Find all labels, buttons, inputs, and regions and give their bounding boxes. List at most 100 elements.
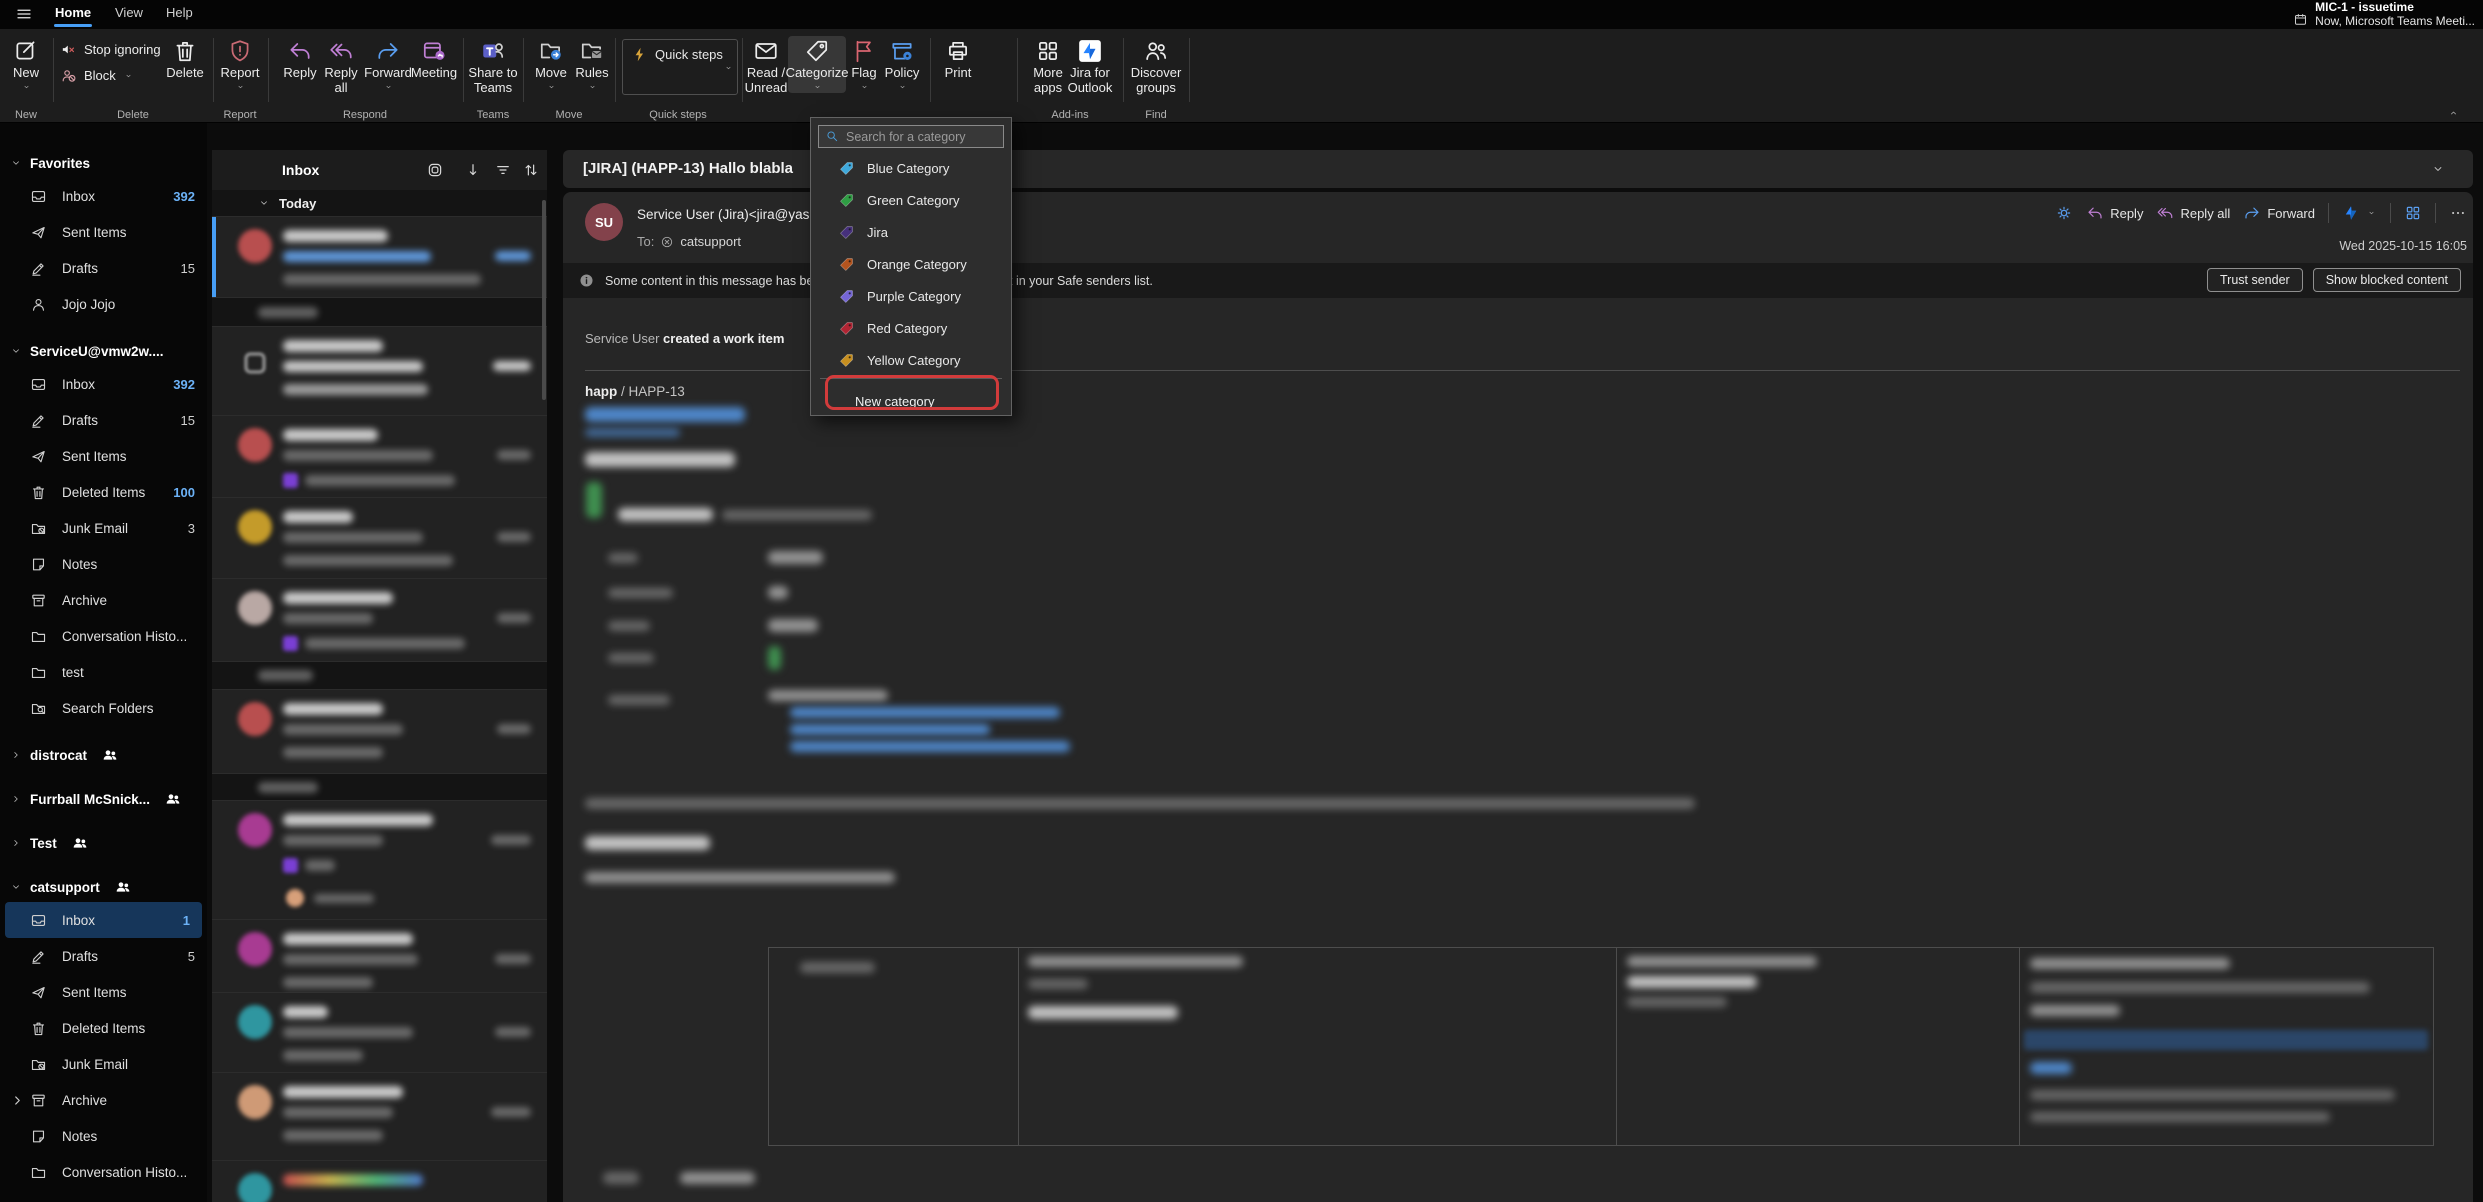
chevron-down-icon[interactable] (2431, 162, 2445, 176)
list-item[interactable] (212, 920, 547, 993)
list-item[interactable] (212, 690, 547, 774)
conversation-view-icon[interactable] (426, 161, 444, 179)
sidebar-folder-item[interactable]: test (0, 654, 207, 690)
jira-addin-action[interactable] (2342, 204, 2377, 222)
forward-action[interactable]: Forward (2243, 204, 2315, 222)
sidebar-folder-item[interactable]: Conversation Histo... (0, 1154, 207, 1190)
blurred-issue-link[interactable] (585, 407, 745, 422)
sidebar-folder-item[interactable]: Sent Items (0, 438, 207, 474)
sidebar-folder-item[interactable]: Conversation Histo... (0, 618, 207, 654)
sidebar-folder-item[interactable]: Archive (0, 1082, 207, 1118)
section-chevron-icon[interactable] (10, 881, 22, 893)
report-button[interactable]: Report (212, 36, 268, 93)
category-menu-item[interactable]: Yellow Category (811, 344, 1011, 376)
filter-icon[interactable] (494, 161, 512, 179)
category-menu-item[interactable]: Orange Category (811, 248, 1011, 280)
list-item[interactable] (212, 298, 547, 327)
category-menu-item[interactable]: Red Category (811, 312, 1011, 344)
meeting-notification[interactable]: MIC-1 - issuetime Now, Microsoft Teams M… (2293, 1, 2475, 28)
sort-descending-icon[interactable] (464, 161, 482, 179)
sidebar-folder-item[interactable]: Inbox 392 (0, 178, 207, 214)
sidebar-folder-item[interactable]: Sent Items (0, 974, 207, 1010)
meeting-button[interactable]: Meeting (405, 36, 463, 83)
quick-steps-gallery[interactable]: Quick steps (622, 39, 738, 95)
print-button[interactable]: Print (933, 36, 983, 83)
category-menu-item[interactable]: Green Category (811, 184, 1011, 216)
sidebar-section-header[interactable]: ServiceU@vmw2w.... (0, 336, 207, 366)
section-chevron-icon[interactable] (10, 837, 22, 849)
category-menu-item[interactable]: Blue Category (811, 152, 1011, 184)
show-blocked-content-button[interactable]: Show blocked content (2313, 268, 2461, 292)
category-menu-item[interactable]: Purple Category (811, 280, 1011, 312)
block-button[interactable]: Block (60, 67, 134, 84)
section-chevron-icon[interactable] (10, 157, 22, 169)
recipient-name[interactable]: catsupport (680, 234, 741, 249)
sidebar-folder-item[interactable]: Notes (0, 1118, 207, 1154)
sidebar-folder-item[interactable]: Search Folders (0, 690, 207, 726)
categorize-button[interactable]: Categorize (788, 36, 846, 93)
sidebar-folder-item[interactable]: Inbox 1 (5, 902, 202, 938)
blurred-description-link[interactable] (790, 724, 990, 735)
sidebar-section-header[interactable]: catsupport (0, 872, 207, 902)
collapse-ribbon-icon[interactable] (2447, 108, 2460, 118)
discover-groups-button[interactable]: Discover groups (1125, 36, 1187, 97)
category-search-input[interactable] (818, 125, 1004, 148)
rules-button[interactable]: Rules (570, 36, 614, 93)
policy-button[interactable]: Policy (878, 36, 926, 93)
list-item[interactable] (212, 774, 547, 801)
sun-icon[interactable] (2055, 204, 2073, 222)
section-chevron-icon[interactable] (10, 749, 22, 761)
section-chevron-icon[interactable] (10, 345, 22, 357)
sidebar-folder-item[interactable]: Archive (0, 582, 207, 618)
sidebar-folder-item[interactable]: Deleted Items 100 (0, 474, 207, 510)
sidebar-section-header[interactable]: Test (0, 828, 207, 858)
message-list-scrollbar[interactable] (542, 200, 546, 400)
sidebar-folder-item[interactable]: Junk Email 3 (0, 510, 207, 546)
chevron-down-icon[interactable] (723, 64, 734, 72)
new-category-menu-item[interactable]: New category (811, 388, 1011, 414)
sidebar-folder-item[interactable]: Deleted Items (0, 1010, 207, 1046)
thread-sub-item[interactable] (286, 889, 374, 907)
list-item[interactable] (212, 1073, 547, 1161)
tab-help[interactable]: Help (166, 5, 193, 20)
flag-button[interactable]: Flag (846, 36, 882, 93)
list-item[interactable] (212, 579, 547, 662)
blurred-description-link[interactable] (790, 707, 1060, 718)
list-item[interactable] (212, 1161, 547, 1202)
trust-sender-button[interactable]: Trust sender (2207, 268, 2303, 292)
hamburger-menu-icon[interactable] (13, 5, 35, 23)
tab-view[interactable]: View (115, 5, 143, 20)
sort-order-icon[interactable] (522, 161, 540, 179)
sidebar-folder-item[interactable]: Sent Items (0, 214, 207, 250)
sidebar-section-header[interactable]: Furrball McSnick... (0, 784, 207, 814)
new-button[interactable]: New (3, 36, 49, 93)
list-item[interactable] (212, 498, 547, 579)
delete-button[interactable]: Delete (157, 36, 213, 83)
move-button[interactable]: Move (529, 36, 573, 93)
category-menu-item[interactable]: Jira (811, 216, 1011, 248)
sidebar-folder-item[interactable]: Jojo Jojo (0, 286, 207, 322)
sidebar-section-header[interactable]: distrocat (0, 740, 207, 770)
list-item[interactable] (212, 662, 547, 690)
reply-action[interactable]: Reply (2086, 204, 2143, 222)
sidebar-folder-item[interactable]: Junk Email (0, 1046, 207, 1082)
sidebar-folder-item[interactable]: Drafts 5 (0, 938, 207, 974)
sender-name[interactable]: Service User (Jira)<jira@yaso (637, 207, 817, 222)
sidebar-folder-item[interactable]: Drafts 15 (0, 402, 207, 438)
tab-home[interactable]: Home (55, 5, 91, 20)
sidebar-folder-item[interactable]: Inbox 392 (0, 366, 207, 402)
sidebar-folder-item[interactable]: Drafts 15 (0, 250, 207, 286)
select-checkbox[interactable] (245, 353, 265, 373)
blurred-description-link[interactable] (790, 741, 1070, 752)
blurred-highlighted-link-row[interactable] (2024, 1030, 2428, 1050)
list-item[interactable] (212, 993, 547, 1073)
share-to-teams-button[interactable]: Share to Teams (463, 36, 523, 97)
apps-grid-icon[interactable] (2404, 204, 2422, 222)
sidebar-folder-item[interactable]: Notes (0, 546, 207, 582)
list-item[interactable] (212, 327, 547, 416)
section-chevron-icon[interactable] (10, 793, 22, 805)
jira-for-outlook-button[interactable]: Jira for Outlook (1060, 36, 1120, 97)
list-item[interactable] (212, 801, 547, 920)
sidebar-section-header[interactable]: Favorites (0, 148, 207, 178)
group-chevron-icon[interactable] (258, 197, 270, 209)
